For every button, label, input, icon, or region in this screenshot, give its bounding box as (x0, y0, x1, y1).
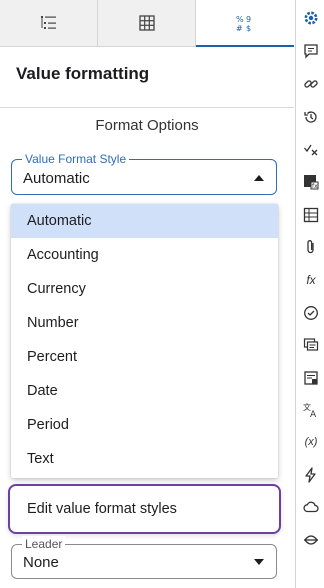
leader-value: None (23, 554, 59, 571)
option-date[interactable]: Date (11, 374, 278, 408)
caret-up-icon (254, 175, 264, 181)
option-currency[interactable]: Currency (11, 272, 278, 306)
gear-icon[interactable] (300, 7, 322, 29)
history-icon[interactable] (300, 106, 322, 128)
value-format-style-select[interactable]: Value Format Style Automatic (11, 151, 277, 195)
function-icon[interactable]: fx (300, 269, 322, 291)
svg-text:%: % (236, 15, 244, 24)
tab-outline[interactable] (0, 0, 98, 46)
lightning-icon[interactable] (300, 464, 322, 486)
tab-value-format[interactable]: % 9 # $ (196, 0, 294, 47)
svg-text:fx: fx (312, 183, 318, 190)
edit-value-format-styles-label: Edit value format styles (27, 501, 177, 517)
option-number[interactable]: Number (11, 306, 278, 340)
option-accounting[interactable]: Accounting (11, 238, 278, 272)
svg-text:9: 9 (246, 15, 251, 24)
attachment-icon[interactable] (300, 236, 322, 258)
panel-tabs: % 9 # $ (0, 0, 294, 47)
number-format-icon: % 9 # $ (235, 14, 255, 32)
note-icon[interactable] (300, 367, 322, 389)
tab-table[interactable] (98, 0, 196, 46)
check-circle-icon[interactable] (300, 302, 322, 324)
option-automatic[interactable]: Automatic (11, 204, 278, 238)
cloud-icon[interactable] (300, 496, 322, 518)
caret-down-icon (254, 559, 264, 565)
panel-title: Value formatting (16, 64, 150, 83)
option-percent[interactable]: Percent (11, 340, 278, 374)
value-format-style-value: Automatic (23, 170, 90, 187)
section-heading: Format Options (95, 117, 199, 134)
right-toolbar: fx fx 文A (x) (295, 0, 324, 588)
grid-icon[interactable] (300, 204, 322, 226)
svg-text:$: $ (246, 24, 251, 32)
svg-text:#: # (236, 24, 243, 32)
comment-icon[interactable] (300, 40, 322, 62)
leader-select[interactable]: Leader None (11, 536, 277, 579)
check-x-icon[interactable] (300, 138, 322, 160)
option-period[interactable]: Period (11, 408, 278, 442)
messages-icon[interactable] (300, 334, 322, 356)
value-format-style-dropdown: Automatic Accounting Currency Number Per… (11, 204, 278, 478)
variable-icon[interactable]: (x) (300, 431, 322, 453)
svg-text:A: A (310, 410, 317, 418)
edit-value-format-styles-button[interactable]: Edit value format styles (8, 484, 281, 534)
table-grid-icon (139, 15, 155, 31)
title-divider (0, 107, 294, 108)
link-icon[interactable] (300, 73, 322, 95)
translate-icon[interactable]: 文A (300, 399, 322, 421)
list-indent-icon (40, 15, 58, 31)
leader-label: Leader (22, 536, 66, 552)
value-format-style-label: Value Format Style (22, 151, 130, 167)
option-text[interactable]: Text (11, 442, 278, 476)
eye-strike-icon[interactable] (300, 529, 322, 551)
table-function-icon[interactable]: fx (300, 171, 322, 193)
